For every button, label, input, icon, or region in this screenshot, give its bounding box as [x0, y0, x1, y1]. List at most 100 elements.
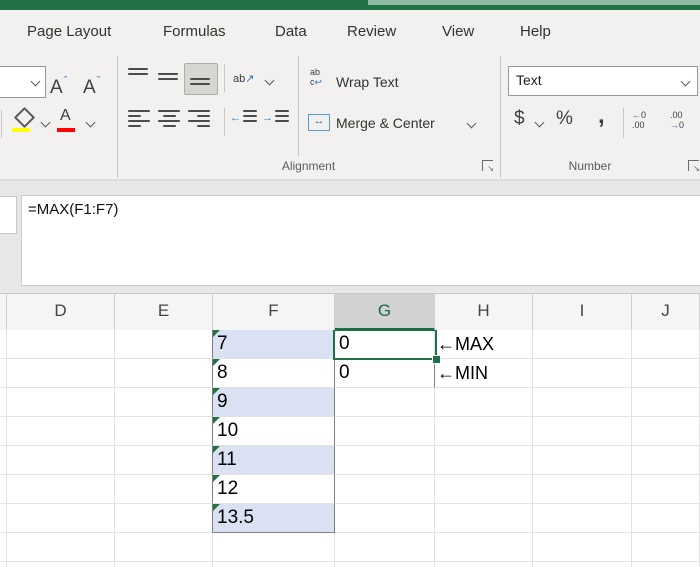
merge-center-dropdown[interactable]: [466, 118, 477, 129]
cell-E9[interactable]: [115, 562, 213, 567]
cell-H8[interactable]: [435, 533, 533, 562]
cell-D3[interactable]: [7, 388, 115, 417]
cell-G7[interactable]: [335, 504, 435, 533]
cell-H6[interactable]: [435, 475, 533, 504]
cell-I4[interactable]: [533, 417, 632, 446]
cell-D2[interactable]: [7, 359, 115, 388]
cell-E1[interactable]: [115, 330, 213, 359]
cell-H1[interactable]: ←MAX: [435, 330, 533, 359]
cell-F4[interactable]: 10: [213, 417, 335, 446]
shrink-font-button[interactable]: Aˇ: [83, 68, 100, 101]
cell-F8[interactable]: [213, 533, 335, 562]
cell[interactable]: [0, 475, 7, 504]
cell[interactable]: [0, 417, 7, 446]
percent-style-button[interactable]: %: [556, 108, 573, 130]
tab-help[interactable]: Help: [520, 10, 551, 52]
align-center-icon[interactable]: [158, 110, 180, 127]
align-top-icon[interactable]: [128, 68, 150, 85]
increase-indent-button[interactable]: →: [262, 110, 289, 127]
number-dialog-launcher[interactable]: [688, 160, 700, 173]
cell-I8[interactable]: [533, 533, 632, 562]
cell[interactable]: [0, 388, 7, 417]
cell-H9[interactable]: [435, 562, 533, 567]
alignment-dialog-launcher[interactable]: [482, 160, 494, 173]
font-color-dropdown[interactable]: [85, 117, 96, 128]
cell[interactable]: [0, 562, 7, 567]
increase-decimal-button[interactable]: ←0 .00: [632, 110, 646, 130]
cell-J6[interactable]: [632, 475, 700, 504]
cell-I6[interactable]: [533, 475, 632, 504]
cell-F1[interactable]: 7: [213, 330, 335, 359]
column-header-h[interactable]: H: [435, 294, 533, 331]
column-header-f[interactable]: F: [213, 294, 335, 331]
cell-F5[interactable]: 11: [213, 446, 335, 475]
tab-data[interactable]: Data: [275, 10, 307, 52]
cell-F2[interactable]: 8: [213, 359, 335, 388]
align-left-icon[interactable]: [128, 110, 150, 127]
cell-D4[interactable]: [7, 417, 115, 446]
cell-J8[interactable]: [632, 533, 700, 562]
cell-I1[interactable]: [533, 330, 632, 359]
cell-G6[interactable]: [335, 475, 435, 504]
cell-I7[interactable]: [533, 504, 632, 533]
cell-J7[interactable]: [632, 504, 700, 533]
cell-I9[interactable]: [533, 562, 632, 567]
cell-F6[interactable]: 12: [213, 475, 335, 504]
cell-H7[interactable]: [435, 504, 533, 533]
cell-D6[interactable]: [7, 475, 115, 504]
grow-font-button[interactable]: Aˆ: [50, 68, 67, 101]
align-bottom-icon[interactable]: [190, 68, 212, 85]
cell-G2[interactable]: 0: [335, 359, 435, 388]
formula-input[interactable]: =MAX(F1:F7): [21, 195, 700, 286]
column-header-i[interactable]: I: [533, 294, 632, 331]
orientation-button[interactable]: ab↗: [233, 72, 254, 85]
cell-G3[interactable]: [335, 388, 435, 417]
name-box[interactable]: [0, 196, 17, 234]
decrease-indent-button[interactable]: ←: [230, 110, 257, 127]
cell-E5[interactable]: [115, 446, 213, 475]
orientation-dropdown[interactable]: [264, 75, 275, 86]
cell-F3[interactable]: 9: [213, 388, 335, 417]
cell-I5[interactable]: [533, 446, 632, 475]
number-format-combo[interactable]: Text: [508, 66, 698, 96]
cell-J4[interactable]: [632, 417, 700, 446]
cell-E4[interactable]: [115, 417, 213, 446]
align-right-icon[interactable]: [188, 110, 210, 127]
cell-H3[interactable]: [435, 388, 533, 417]
tab-formulas[interactable]: Formulas: [163, 10, 226, 52]
cell-G5[interactable]: [335, 446, 435, 475]
cell-E6[interactable]: [115, 475, 213, 504]
align-middle-icon[interactable]: [158, 68, 180, 85]
column-header-d[interactable]: D: [7, 294, 115, 331]
fill-handle[interactable]: [432, 355, 441, 364]
cell-G9[interactable]: [335, 562, 435, 567]
cell-I2[interactable]: [533, 359, 632, 388]
cell[interactable]: [0, 533, 7, 562]
cell-E2[interactable]: [115, 359, 213, 388]
comma-style-button[interactable]: ,: [598, 102, 605, 130]
cell-G8[interactable]: [335, 533, 435, 562]
cell-E8[interactable]: [115, 533, 213, 562]
cell-H4[interactable]: [435, 417, 533, 446]
cell[interactable]: [0, 446, 7, 475]
cell-J3[interactable]: [632, 388, 700, 417]
fill-color-dropdown[interactable]: [40, 117, 51, 128]
cell-J5[interactable]: [632, 446, 700, 475]
cell-E7[interactable]: [115, 504, 213, 533]
column-header-j[interactable]: J: [632, 294, 700, 331]
cell-F7[interactable]: 13.5: [213, 504, 335, 533]
column-header-e[interactable]: E: [115, 294, 213, 331]
cell-H2[interactable]: ←MIN: [435, 359, 533, 388]
decrease-decimal-button[interactable]: .00 →0: [670, 110, 684, 130]
accounting-format-dropdown[interactable]: [534, 117, 545, 128]
accounting-format-button[interactable]: $: [514, 108, 525, 130]
cell-J1[interactable]: [632, 330, 700, 359]
cell[interactable]: [0, 504, 7, 533]
tab-view[interactable]: View: [442, 10, 474, 52]
cell-G1-selected[interactable]: 0: [335, 330, 435, 359]
cell-D7[interactable]: [7, 504, 115, 533]
cell-D9[interactable]: [7, 562, 115, 567]
cell-F9[interactable]: [213, 562, 335, 567]
tab-review[interactable]: Review: [347, 10, 396, 52]
column-header-g-selected[interactable]: G: [335, 294, 435, 331]
